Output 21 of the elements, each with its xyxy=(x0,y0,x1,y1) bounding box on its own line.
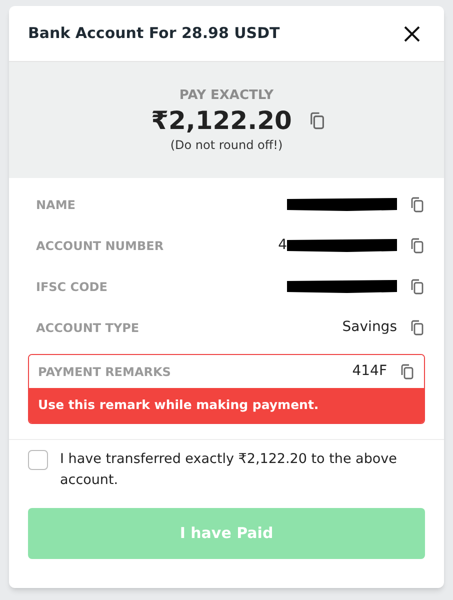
copy-icon[interactable] xyxy=(409,278,425,294)
copy-icon[interactable] xyxy=(409,320,425,336)
copy-icon[interactable] xyxy=(409,238,425,254)
field-value: 414F xyxy=(352,362,387,381)
copy-icon[interactable] xyxy=(409,196,425,212)
copy-icon[interactable] xyxy=(308,112,326,130)
dialog-title: Bank Account For 28.98 USDT xyxy=(28,23,280,44)
copy-icon[interactable] xyxy=(399,364,415,380)
field-label: ACCOUNT TYPE xyxy=(36,320,140,336)
amount-note: (Do not round off!) xyxy=(170,137,283,154)
amount-label: PAY EXACTLY xyxy=(179,86,274,105)
field-label: PAYMENT REMARKS xyxy=(38,364,171,380)
confirm-checkbox[interactable] xyxy=(28,450,48,470)
field-label: NAME xyxy=(36,196,76,214)
confirm-label: I have transferred exactly ₹2,122.20 to the above account. xyxy=(60,450,398,490)
remarks-warning: Use this remark while making payment. xyxy=(29,388,424,423)
field-label: IFSC CODE xyxy=(36,278,108,296)
field-value: 4 xyxy=(278,236,287,255)
amount-value: ₹2,122.20 xyxy=(151,105,292,136)
field-label: ACCOUNT NUMBER xyxy=(36,238,164,254)
field-value: Savings xyxy=(342,318,397,337)
